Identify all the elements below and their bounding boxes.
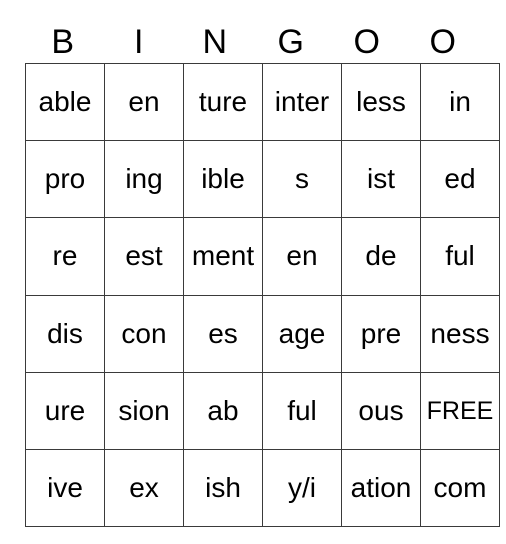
bingo-cell[interactable]: es <box>183 294 263 373</box>
bingo-cell[interactable]: ab <box>183 371 263 450</box>
bingo-cell[interactable]: ous <box>341 371 421 450</box>
bingo-row: ive ex ish y/i ation com <box>25 448 500 528</box>
bingo-cell[interactable]: ive <box>25 448 105 528</box>
bingo-cell[interactable]: ture <box>183 62 263 142</box>
header-letter-2: N <box>202 23 228 61</box>
bingo-cell[interactable]: ing <box>104 140 184 219</box>
bingo-cell[interactable]: in <box>420 62 500 142</box>
bingo-cell[interactable]: ation <box>341 448 421 528</box>
bingo-cell[interactable]: en <box>262 217 342 296</box>
bingo-cell[interactable]: y/i <box>262 448 342 528</box>
bingo-cell[interactable]: re <box>25 217 105 296</box>
bingo-cell[interactable]: ure <box>25 371 105 450</box>
bingo-cell[interactable]: con <box>104 294 184 373</box>
bingo-cell[interactable]: ful <box>420 217 500 296</box>
bingo-cell[interactable]: less <box>341 62 421 142</box>
bingo-cell[interactable]: ish <box>183 448 263 528</box>
bingo-cell[interactable]: ible <box>183 140 263 219</box>
bingo-cell[interactable]: com <box>420 448 500 528</box>
bingo-grid: able en ture inter less in pro ing ible … <box>25 62 500 528</box>
bingo-card: B I N G O O able en ture inter less in p… <box>25 0 500 528</box>
bingo-row: re est ment en de ful <box>25 217 500 296</box>
bingo-cell[interactable]: dis <box>25 294 105 373</box>
header-letter-3: G <box>277 23 305 61</box>
bingo-cell[interactable]: est <box>104 217 184 296</box>
bingo-cell[interactable]: en <box>104 62 184 142</box>
bingo-row: pro ing ible s ist ed <box>25 140 500 219</box>
bingo-cell[interactable]: ness <box>420 294 500 373</box>
bingo-cell[interactable]: able <box>25 62 105 142</box>
bingo-cell[interactable]: pre <box>341 294 421 373</box>
header-letter-5: O <box>429 23 457 61</box>
bingo-cell[interactable]: inter <box>262 62 342 142</box>
bingo-cell[interactable]: ment <box>183 217 263 296</box>
bingo-row: dis con es age pre ness <box>25 294 500 373</box>
bingo-header-row: B I N G O O <box>25 0 481 63</box>
bingo-cell[interactable]: ist <box>341 140 421 219</box>
bingo-cell[interactable]: pro <box>25 140 105 219</box>
bingo-cell[interactable]: ful <box>262 371 342 450</box>
bingo-row: able en ture inter less in <box>25 62 500 142</box>
bingo-cell-free[interactable]: FREE <box>420 371 500 450</box>
header-letter-0: B <box>51 23 75 61</box>
bingo-row: ure sion ab ful ous FREE <box>25 371 500 450</box>
bingo-cell[interactable]: s <box>262 140 342 219</box>
bingo-cell[interactable]: de <box>341 217 421 296</box>
header-letter-4: O <box>353 23 381 61</box>
bingo-cell[interactable]: ed <box>420 140 500 219</box>
bingo-cell[interactable]: sion <box>104 371 184 450</box>
header-letter-1: I <box>134 23 144 61</box>
bingo-cell[interactable]: ex <box>104 448 184 528</box>
bingo-cell[interactable]: age <box>262 294 342 373</box>
